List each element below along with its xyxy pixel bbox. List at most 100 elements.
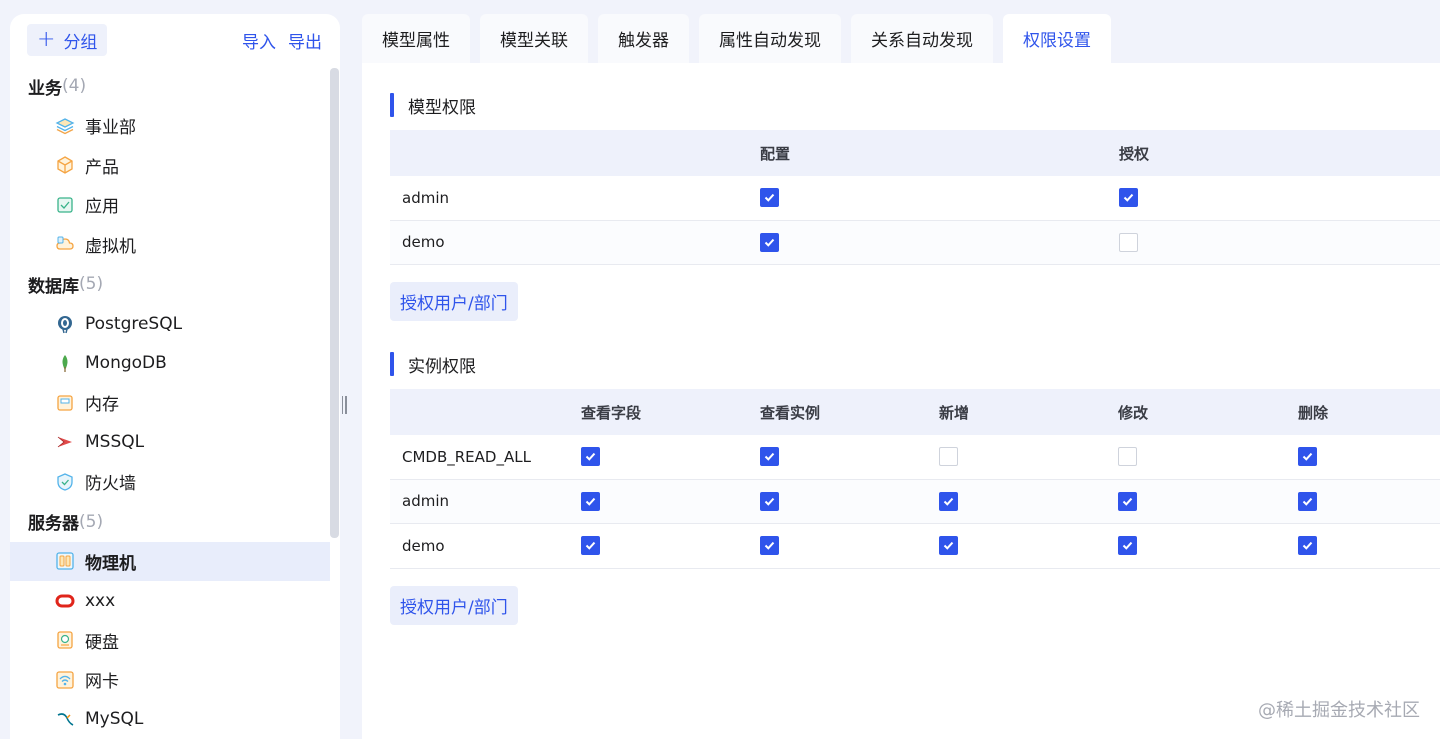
row-label: admin (402, 492, 449, 511)
column-header: 查看实例 (760, 403, 821, 422)
plus-icon: + (37, 27, 56, 52)
sidebar-item-label: 物理机 (85, 553, 136, 574)
row-label: demo (402, 536, 445, 555)
checkbox-checked[interactable] (939, 491, 958, 511)
column-header: 新增 (939, 403, 970, 422)
sidebar-item-label: xxx (85, 590, 116, 611)
group-sidebar: + 分组 导入 导出 业务 (4) 事业部 产品 应用 虚拟机 数据库 (5) PostgreS… (10, 14, 340, 739)
checkbox-checked[interactable] (581, 536, 600, 556)
tab[interactable]: 模型关联 (480, 14, 588, 63)
sidebar-item-label: MongoDB (85, 353, 167, 374)
sidebar-item-label: 内存 (85, 395, 119, 416)
sidebar-item[interactable]: MSSQL (10, 423, 330, 463)
checkbox-checked[interactable] (581, 491, 600, 511)
checkbox-checked[interactable] (760, 491, 779, 511)
sidebar-item[interactable]: 防火墙 (10, 462, 330, 502)
permission-cell (581, 447, 600, 467)
instance-permissions-title: 实例权限 (390, 352, 476, 377)
permission-cell (760, 188, 779, 208)
table-header: 配置 授权 (390, 130, 1440, 176)
row-label: demo (402, 233, 445, 252)
add-group-button[interactable]: + 分组 (27, 24, 108, 56)
sidebar-item-label: PostgreSQL (85, 313, 183, 334)
group-count: (5) (79, 274, 104, 294)
export-link[interactable]: 导出 (288, 28, 322, 53)
permission-cell (1118, 536, 1137, 556)
tab[interactable]: 触发器 (598, 14, 689, 63)
checkbox-checked[interactable] (1118, 536, 1137, 556)
checkbox-checked[interactable] (1298, 536, 1317, 556)
mongodb-leaf-icon (54, 352, 76, 374)
wifi-card-icon (54, 669, 76, 691)
column-header: 修改 (1118, 403, 1149, 422)
section-marker (390, 93, 394, 117)
instance-grant-button[interactable]: 授权用户/部门 (390, 586, 518, 625)
checkbox-unchecked[interactable] (939, 447, 958, 467)
server-icon (54, 550, 76, 572)
group-name: 业务 (28, 78, 62, 99)
checkbox-unchecked[interactable] (1119, 232, 1138, 252)
table-row: CMDB_READ_ALL (390, 435, 1440, 480)
import-export-links: 导入 导出 (242, 28, 322, 53)
tab[interactable]: 关系自动发现 (851, 14, 993, 63)
permission-cell (1298, 536, 1317, 556)
checkbox-checked[interactable] (760, 188, 779, 208)
permission-cell (581, 491, 600, 511)
sidebar-item[interactable]: 内存 (10, 383, 330, 423)
app-window-icon (54, 194, 76, 216)
permission-cell (1118, 447, 1137, 467)
sidebar-item[interactable]: 虚拟机 (10, 225, 330, 265)
sidebar-item[interactable]: 应用 (10, 185, 330, 225)
instance-permissions-table: 查看字段 查看实例 新增 修改 删除 CMDB_READ_ALL admin demo (390, 389, 1440, 569)
row-label: admin (402, 188, 449, 207)
sidebar-toolbar: + 分组 导入 导出 (10, 14, 340, 66)
sidebar-item[interactable]: xxx (10, 581, 330, 621)
permission-cell (581, 536, 600, 556)
sidebar-item-label: MySQL (85, 709, 144, 730)
checkbox-checked[interactable] (1298, 447, 1317, 467)
mssql-icon (54, 431, 76, 453)
checkbox-checked[interactable] (760, 447, 779, 467)
sidebar-item[interactable]: 网卡 (10, 660, 330, 700)
sidebar-item[interactable]: MySQL (10, 700, 330, 739)
postgresql-icon (54, 313, 76, 335)
cube-icon (54, 154, 76, 176)
sidebar-item[interactable]: MongoDB (10, 344, 330, 384)
sidebar-scrollbar[interactable] (330, 68, 339, 538)
sidebar-item[interactable]: 硬盘 (10, 621, 330, 661)
group-list: 业务 (4) 事业部 产品 应用 虚拟机 数据库 (5) PostgreSQL MongoDB 内存… (10, 66, 340, 739)
resize-splitter[interactable] (340, 396, 348, 416)
permission-cell (760, 491, 779, 511)
add-group-label: 分组 (63, 32, 98, 53)
model-grant-button[interactable]: 授权用户/部门 (390, 282, 518, 321)
import-link[interactable]: 导入 (242, 28, 276, 53)
column-header: 查看字段 (581, 403, 642, 422)
section-marker (390, 352, 394, 376)
checkbox-checked[interactable] (1298, 491, 1317, 511)
sidebar-item-label: 防火墙 (85, 474, 136, 495)
sidebar-item-label: MSSQL (85, 432, 145, 453)
checkbox-checked[interactable] (760, 536, 779, 556)
checkbox-checked[interactable] (1118, 491, 1137, 511)
checkbox-checked[interactable] (1119, 188, 1138, 208)
row-label: CMDB_READ_ALL (402, 447, 531, 466)
sidebar-item[interactable]: PostgreSQL (10, 304, 330, 344)
tab[interactable]: 模型属性 (362, 14, 470, 63)
checkbox-checked[interactable] (581, 447, 600, 467)
tab-bar: 模型属性 模型关联 触发器 属性自动发现 关系自动发现 权限设置 (362, 14, 1111, 63)
tab[interactable]: 属性自动发现 (699, 14, 841, 63)
permission-cell (939, 491, 958, 511)
model-permissions-title: 模型权限 (390, 93, 476, 118)
sidebar-item[interactable]: 物理机 (10, 541, 330, 581)
sidebar-item[interactable]: 事业部 (10, 106, 330, 146)
group-count: (4) (62, 76, 87, 96)
layers-icon (54, 115, 76, 137)
sidebar-item[interactable]: 产品 (10, 146, 330, 186)
checkbox-unchecked[interactable] (1118, 447, 1137, 467)
checkbox-checked[interactable] (760, 232, 779, 252)
checkbox-checked[interactable] (939, 536, 958, 556)
tab[interactable]: 权限设置 (1003, 14, 1111, 63)
watermark: @稀土掘金技术社区 (1258, 700, 1420, 721)
permission-cell (1119, 188, 1138, 208)
permission-cell (1298, 447, 1317, 467)
